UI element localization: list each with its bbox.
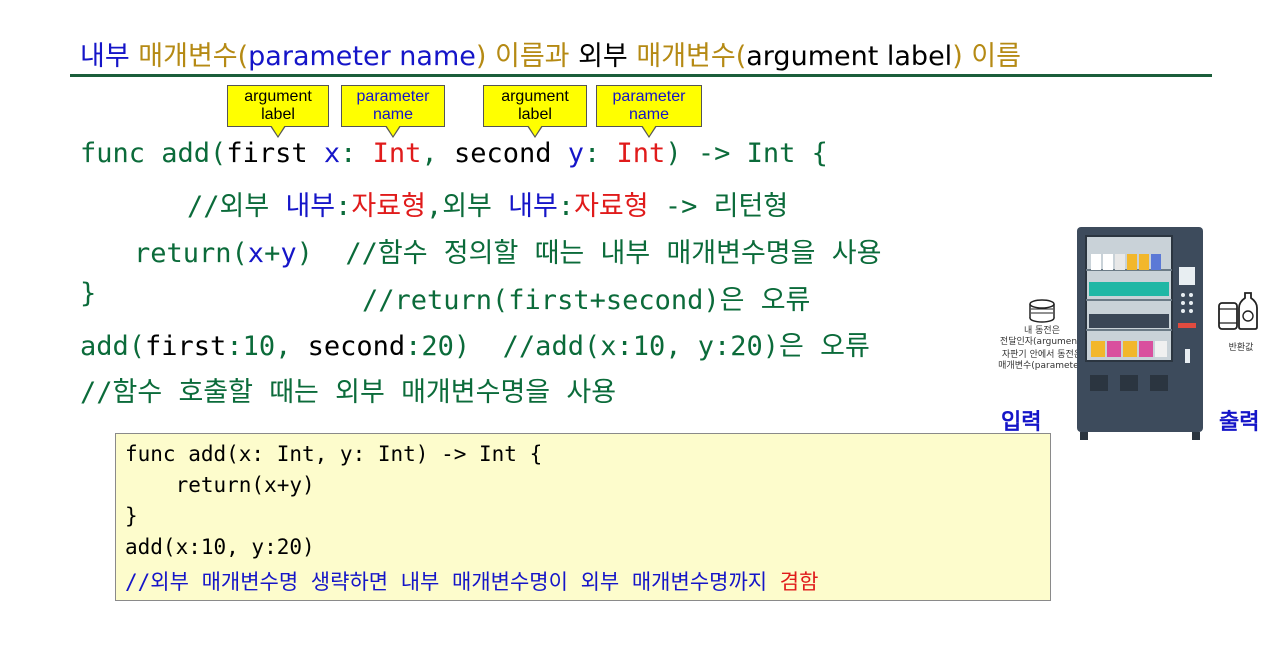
return-value-label: 반환값 [1228, 343, 1254, 353]
title-segment: argument label [746, 41, 953, 72]
code-example-comment-text: //외부 매개변수명 생략하면 내부 매개변수명이 외부 매개변수명까지 [125, 570, 780, 594]
title-segment: 매개변수( [636, 41, 747, 72]
code-token: : [340, 138, 373, 169]
title-segment: 내부 [80, 41, 139, 72]
output-label: 출력 [1219, 410, 1260, 435]
code-token: //return(first+second)은 오류 [362, 285, 811, 316]
code-token: :20) //add(x:10, y:20)은 오류 [405, 331, 870, 362]
code-token: ,외부 [425, 191, 509, 222]
title-segment: 매개변수( [138, 41, 249, 72]
code-token: first [145, 331, 227, 362]
code-token: second [307, 331, 406, 362]
code-token: ) //함수 정의할 때는 내부 매개변수명을 사용 [296, 238, 882, 269]
code-token: 자료형 [574, 191, 649, 222]
code-token: , [421, 138, 454, 169]
callout-text: label [518, 106, 552, 123]
callout-argument-label: argument label [483, 85, 587, 138]
code-token: Int [616, 138, 666, 169]
code-token: 내부 [508, 191, 558, 222]
callout-text: parameter [356, 88, 430, 105]
title-segment: 외부 [578, 41, 637, 72]
code-example-line: return(x+y) [125, 473, 315, 497]
title-underline [70, 74, 1212, 77]
page-title: 내부 매개변수(parameter name) 이름과 외부 매개변수(argu… [80, 34, 1021, 73]
code-token: x [323, 138, 341, 169]
code-line-call: add(first:10, second:20) //add(x:10, y:2… [80, 324, 870, 363]
code-token: Int [372, 138, 422, 169]
code-example-comment-highlight: 겸함 [779, 570, 819, 594]
callout-pointer [270, 125, 286, 138]
code-token: func add( [80, 138, 227, 169]
callout-parameter-name: parameter name [596, 85, 702, 138]
vending-machine-icon [1077, 227, 1203, 440]
code-line-return: return(x+y) //함수 정의할 때는 내부 매개변수명을 사용 [134, 231, 881, 270]
code-example-line: func add(x: Int, y: Int) -> Int { [125, 442, 543, 466]
callout-pointer [527, 125, 543, 138]
callout-parameter-name: parameter name [341, 85, 445, 138]
code-token: x [247, 238, 265, 269]
code-token: y [567, 138, 585, 169]
title-segment: ) 이름 [952, 41, 1021, 72]
callout-argument-label: argument label [227, 85, 329, 138]
drinks-icon [1218, 292, 1258, 330]
code-token: : [557, 191, 575, 222]
callout-text: argument [501, 88, 569, 105]
code-token: first [226, 138, 308, 169]
callout-text: parameter [612, 88, 686, 105]
coin-stack-icon [1029, 299, 1055, 323]
code-token: //함수 호출할 때는 외부 매개변수명을 사용 [80, 377, 617, 408]
callout-text: name [372, 106, 414, 123]
code-token: ) -> Int { [665, 138, 828, 169]
code-token: 내부 [285, 191, 336, 222]
code-token: 자료형 [351, 191, 426, 222]
code-line-comment-signature: //외부 내부:자료형,외부 내부:자료형 -> 리턴형 [187, 184, 788, 223]
code-example-comment: //외부 매개변수명 생략하면 내부 매개변수명이 외부 매개변수명까지 겸함 [125, 566, 818, 596]
code-token: return( [134, 238, 248, 269]
callout-text: name [628, 106, 670, 123]
callout-pointer [641, 125, 657, 138]
code-token: :10, [226, 331, 308, 362]
code-line-return-error-comment: //return(first+second)은 오류 [362, 278, 810, 317]
code-token: -> 리턴형 [648, 191, 789, 222]
code-token: y [280, 238, 297, 269]
code-example-box: func add(x: Int, y: Int) -> Int { return… [115, 433, 1051, 601]
code-token: add( [80, 331, 146, 362]
callout-pointer [385, 125, 401, 138]
code-line-func: func add(first x: Int, second y: Int) ->… [80, 138, 828, 169]
code-token: second [453, 138, 552, 169]
code-example-line: } [125, 504, 138, 528]
title-segment: parameter name [248, 41, 476, 72]
code-example-line: add(x:10, y:20) [125, 535, 315, 559]
code-token: : [584, 138, 617, 169]
callout-text: label [261, 106, 295, 123]
code-line-call-comment: //함수 호출할 때는 외부 매개변수명을 사용 [80, 370, 616, 409]
title-segment: ) 이름과 [475, 41, 579, 72]
input-label: 입력 [1001, 410, 1042, 435]
code-token: + [264, 238, 281, 269]
callout-text: argument [244, 88, 312, 105]
code-token: } [80, 278, 97, 309]
code-line-close-brace: } [80, 278, 96, 309]
code-token: //외부 [187, 191, 286, 222]
code-token: : [335, 191, 352, 222]
